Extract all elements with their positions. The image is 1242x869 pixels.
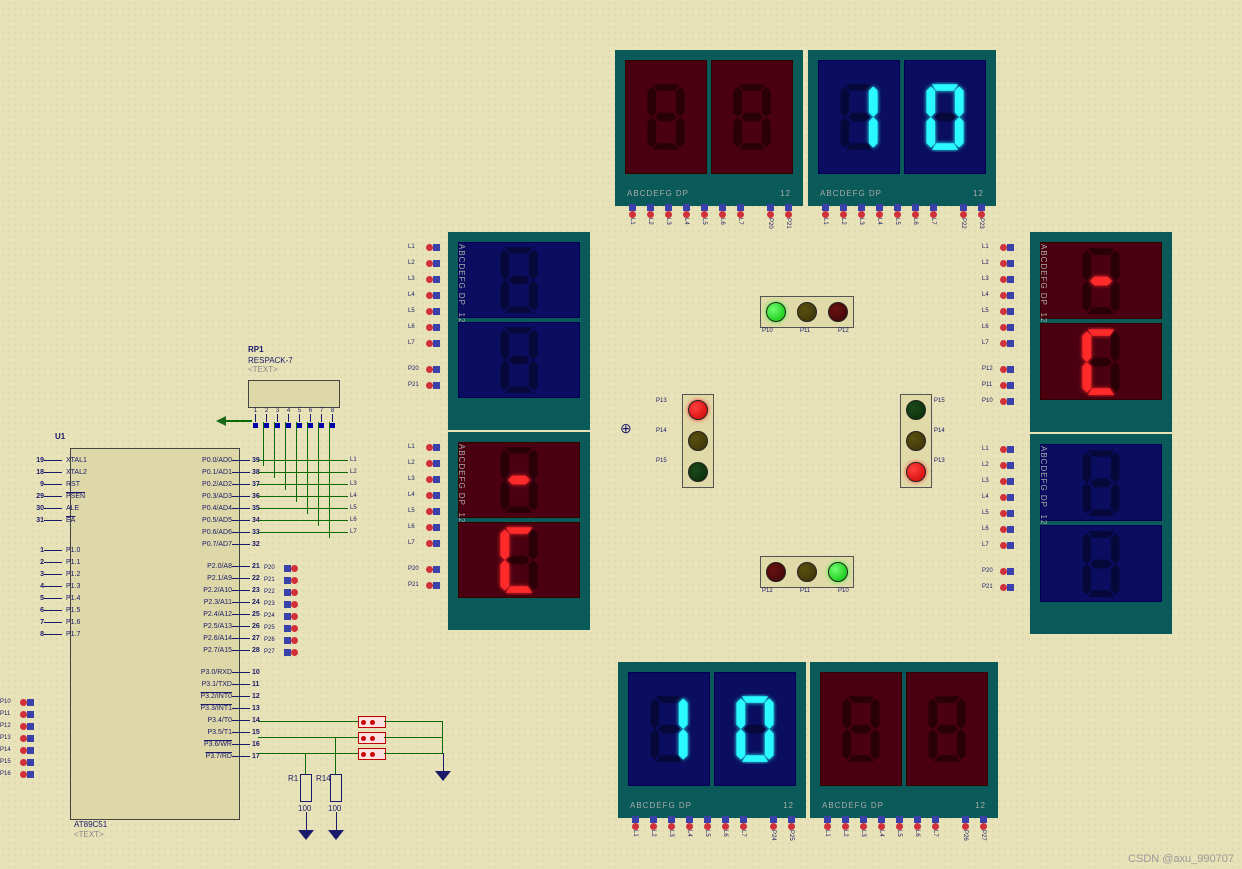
- display-right-red[interactable]: ABCDEFG DP 12: [1030, 232, 1172, 432]
- mcu-ref: U1: [55, 432, 65, 441]
- traffic-left-labels: P13 P14 P15: [656, 398, 667, 474]
- traffic-top-labels: P10 P11 P12: [762, 328, 862, 334]
- display-left-blue[interactable]: ABCDEFG DP 12: [448, 232, 590, 430]
- display-bottom-red[interactable]: ABCDEFG DP12: [810, 662, 998, 818]
- p0-net-labels: L1L2L3L4L5L6L7: [350, 454, 357, 538]
- mcu-right-pins: P0.0/AD039P0.1/AD138P0.2/AD237P0.3/AD336…: [186, 454, 266, 762]
- display-left-red-pins: L1L2L3L4L5L6L7P20P21: [408, 440, 440, 592]
- resistor-r14[interactable]: [330, 774, 342, 802]
- display-top-blue-pins: L1L2L3L4L5L6L7P22P23: [818, 204, 988, 229]
- r14-ref: R14: [316, 774, 331, 783]
- display-bottom-blue[interactable]: ABCDEFG DP12: [618, 662, 806, 818]
- traffic-light-left[interactable]: [682, 394, 714, 488]
- switch-3[interactable]: [358, 748, 386, 760]
- mcu-part: AT89C51: [74, 820, 107, 829]
- traffic-light-top[interactable]: [760, 296, 854, 328]
- display-top-red-pins: L1L2L3L4L5L6L7P20P21: [625, 204, 795, 229]
- cursor-icon: ⊕: [620, 420, 632, 437]
- respack[interactable]: [248, 380, 340, 408]
- display-right-red-pins: L1L2L3L4L5L6L7P12P11P10: [982, 240, 1014, 408]
- gnd-switches: [433, 753, 453, 781]
- respack-text: <TEXT>: [248, 365, 278, 374]
- display-left-blue-pins: L1L2L3L4L5L6L7P20P21: [408, 240, 440, 392]
- traffic-light-right[interactable]: [900, 394, 932, 488]
- display-bottom-blue-pins: L1L2L3L4L5L6L7P24P25: [628, 816, 798, 841]
- power-arrow: [216, 416, 226, 426]
- gnd-r14: [326, 812, 346, 840]
- mcu-text: <TEXT>: [74, 830, 104, 839]
- resistor-r1[interactable]: [300, 774, 312, 802]
- traffic-light-bottom[interactable]: [760, 556, 854, 588]
- traffic-bottom-labels: P12 P11 P10: [762, 588, 862, 594]
- display-top-red[interactable]: ABCDEFG DP12: [615, 50, 803, 206]
- traffic-right-labels: P15 P14 P13: [934, 398, 945, 474]
- display-right-blue[interactable]: ABCDEFG DP 12: [1030, 434, 1172, 634]
- switch-2[interactable]: [358, 732, 386, 744]
- display-right-blue-pins: L1L2L3L4L5L6L7P20P21: [982, 442, 1014, 594]
- switch-1[interactable]: [358, 716, 386, 728]
- display-bottom-red-pins: L1L2L3L4L5L6L7P26P27: [820, 816, 990, 841]
- r1-ref: R1: [288, 774, 298, 783]
- display-top-blue[interactable]: ABCDEFG DP12: [808, 50, 996, 206]
- respack-ref: RP1: [248, 345, 264, 354]
- respack-part: RESPACK-7: [248, 356, 293, 365]
- p2-net-terminals: P20P21P22P23P24P25P26P27: [264, 562, 298, 658]
- watermark: CSDN @axu_990707: [1128, 853, 1234, 865]
- display-left-red[interactable]: ABCDEFG DP 12: [448, 432, 590, 630]
- mcu-left-pins: 19XTAL118XTAL29RST29PSEN30ALE31EA1P1.02P…: [28, 454, 87, 640]
- p1-net-terminals: P10P11P12P13P14P15P16: [0, 696, 34, 780]
- gnd-r1: [296, 812, 316, 840]
